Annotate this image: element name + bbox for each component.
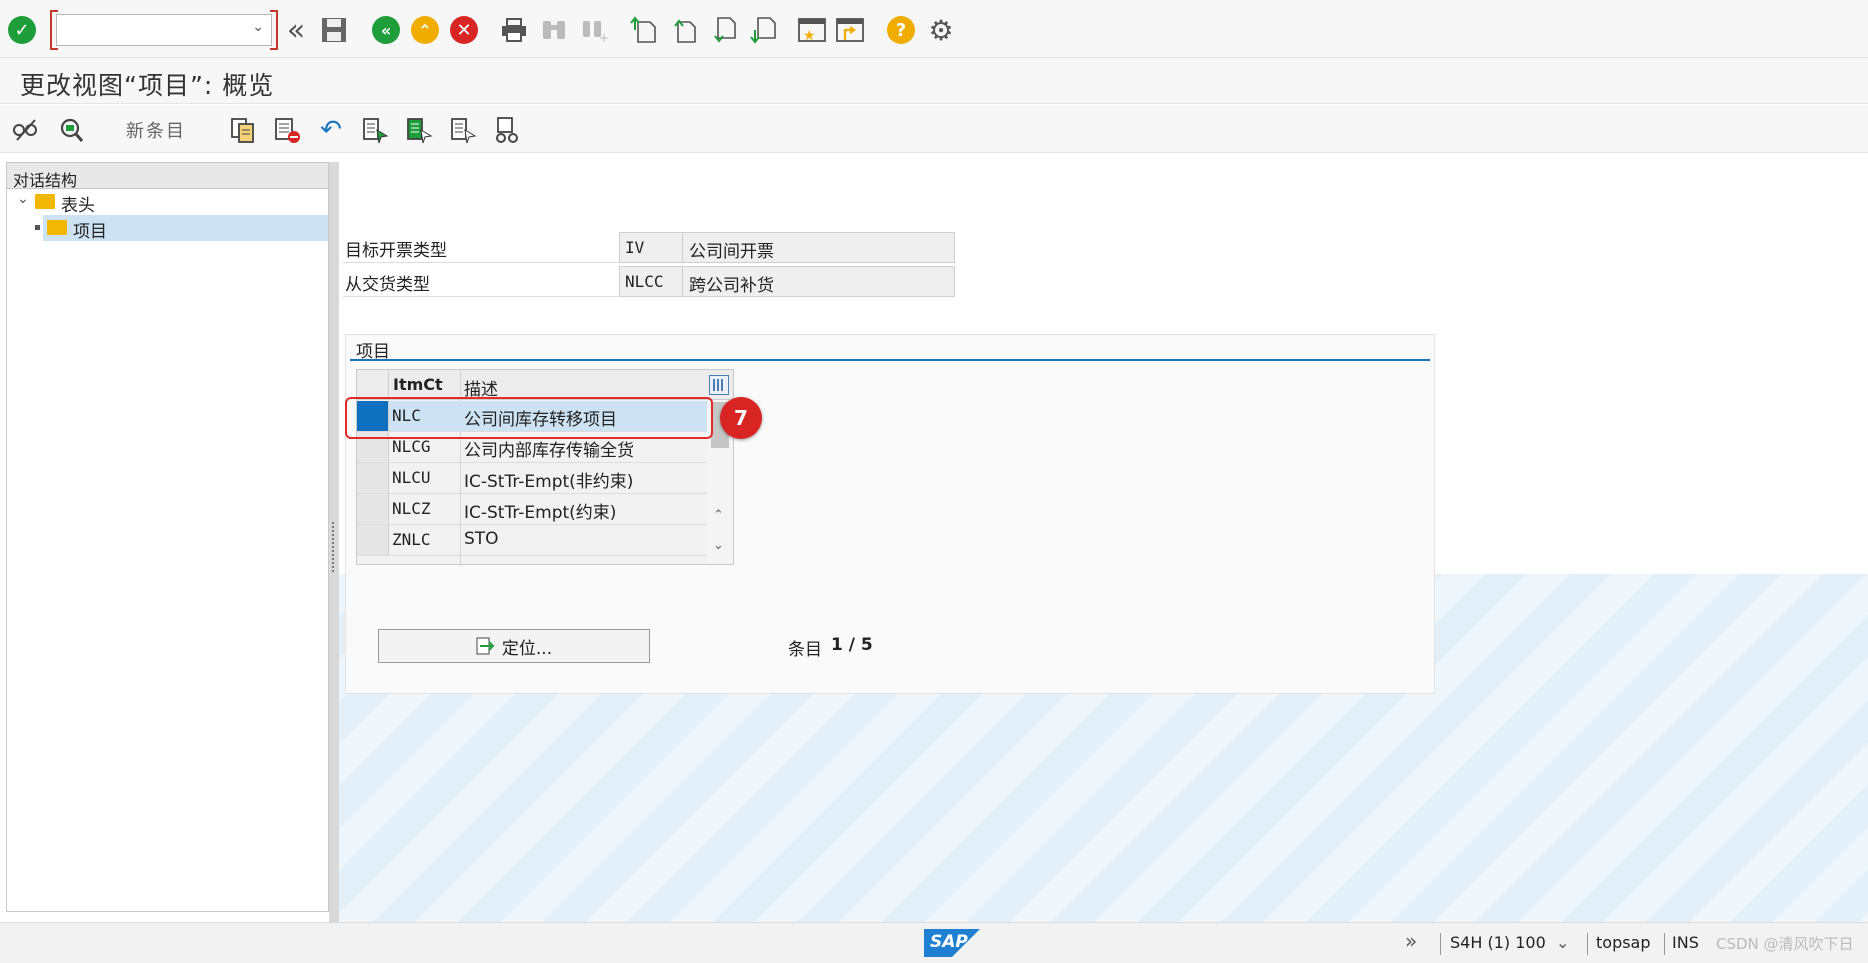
- select-all-cell[interactable]: [357, 370, 389, 400]
- svg-text:+: +: [599, 31, 608, 43]
- application-toolbar: 新条目 ↶: [0, 105, 1868, 153]
- new-entries-button[interactable]: 新条目: [126, 117, 186, 143]
- first-page-icon[interactable]: [628, 14, 660, 46]
- column-header-itmct[interactable]: ItmCt: [390, 375, 460, 394]
- entry-label: 条目: [788, 640, 822, 660]
- header-fields: 目标开票类型 IV 公司间开票 从交货类型 NLCC 跨公司补货: [343, 232, 955, 300]
- row-description: IC-StTr-Empt(非约束): [464, 472, 634, 492]
- find-icon: [538, 14, 570, 46]
- delivery-type-text: 跨公司补货: [683, 266, 955, 297]
- previous-page-icon[interactable]: [668, 14, 700, 46]
- back-double-icon[interactable]: «: [280, 13, 312, 48]
- status-bar: SAP » S4H (1) 100 ⌄ topsap INS CSDN @清风吹…: [0, 922, 1868, 963]
- dialog-structure-panel: 对话结构 ⌄ 表头 项目: [6, 162, 329, 912]
- delete-icon[interactable]: [272, 115, 302, 145]
- row-selector[interactable]: [357, 463, 389, 493]
- table-settings-icon[interactable]: [709, 375, 729, 395]
- target-billing-type-code: IV: [619, 232, 683, 263]
- delivery-type-label: 从交货类型: [343, 266, 619, 297]
- row-code: NLCG: [392, 437, 431, 456]
- find-next-icon: +: [578, 14, 610, 46]
- table-row[interactable]: NLCZ IC-StTr-Empt(约束): [357, 494, 707, 525]
- select-all-icon[interactable]: [360, 115, 390, 145]
- chevron-down-icon[interactable]: ⌄: [1556, 933, 1569, 952]
- header-field-row: 从交货类型 NLCC 跨公司补货: [343, 266, 955, 297]
- bullet-icon: [35, 225, 40, 230]
- main-content: 目标开票类型 IV 公司间开票 从交货类型 NLCC 跨公司补货 项目 ItmC…: [339, 154, 1868, 922]
- row-code: NLCZ: [392, 499, 431, 518]
- table-row[interactable]: ZNLC STO: [357, 525, 707, 556]
- position-icon: [476, 637, 495, 655]
- command-field[interactable]: [56, 14, 272, 46]
- entry-counter: 1 / 5: [831, 635, 873, 655]
- tree-node-label: 项目: [73, 222, 107, 242]
- delivery-type-code: NLCC: [619, 266, 683, 297]
- status-separator: [1440, 933, 1441, 955]
- save-icon[interactable]: [318, 14, 350, 46]
- tree-node-items[interactable]: 项目: [35, 215, 328, 242]
- row-code: NLCU: [392, 468, 431, 487]
- annotation-highlight-box: [345, 397, 713, 439]
- target-billing-type-text: 公司间开票: [683, 232, 955, 263]
- help-icon[interactable]: ?: [885, 14, 917, 46]
- tree-node-label: 表头: [61, 196, 95, 216]
- deselect-all-icon[interactable]: [448, 115, 478, 145]
- row-selector[interactable]: [357, 525, 389, 555]
- watermark: CSDN @清风吹下日: [1716, 935, 1854, 953]
- row-description: STO: [464, 529, 499, 549]
- command-field-wrapper: ⌄: [50, 10, 278, 50]
- select-block-icon[interactable]: [404, 115, 434, 145]
- generate-shortcut-icon[interactable]: [834, 14, 866, 46]
- expand-status-icon[interactable]: »: [1405, 929, 1417, 953]
- check-icon[interactable]: ✓: [6, 14, 38, 46]
- print-view-icon[interactable]: [492, 115, 522, 145]
- undo-icon[interactable]: ↶: [316, 115, 346, 145]
- splitter-grip[interactable]: [332, 522, 336, 572]
- row-description: 公司内部库存传输全货: [464, 441, 634, 461]
- system-info[interactable]: S4H (1) 100: [1450, 933, 1546, 952]
- position-button[interactable]: 定位...: [378, 629, 650, 663]
- folder-icon: [35, 194, 55, 209]
- next-page-icon[interactable]: [708, 14, 740, 46]
- where-used-icon[interactable]: [56, 115, 86, 145]
- annotation-step-badge: 7: [720, 397, 762, 439]
- sap-logo: SAP: [924, 929, 980, 957]
- dialog-structure-header: 对话结构: [7, 163, 328, 190]
- print-icon[interactable]: [498, 14, 530, 46]
- table-header: ItmCt 描述: [357, 370, 733, 400]
- last-page-icon[interactable]: [748, 14, 780, 46]
- position-button-label: 定位...: [501, 638, 553, 659]
- system-toolbar: ✓ ⌄ « « ⌃ ✕ + ★ ? ⚙: [0, 0, 1868, 58]
- svg-text:★: ★: [803, 28, 816, 44]
- page-title: 更改视图“项目”: 概览: [20, 71, 275, 100]
- scroll-down-icon[interactable]: ⌄: [713, 538, 724, 553]
- display-change-icon[interactable]: [10, 115, 40, 145]
- header-field-row: 目标开票类型 IV 公司间开票: [343, 232, 955, 263]
- target-billing-type-label: 目标开票类型: [343, 232, 619, 263]
- row-selector[interactable]: [357, 494, 389, 524]
- title-bar: 更改视图“项目”: 概览: [0, 58, 1868, 104]
- copy-as-icon[interactable]: [228, 115, 258, 145]
- chevron-down-icon[interactable]: ⌄: [252, 19, 264, 35]
- tree-node-header[interactable]: ⌄ 表头: [7, 189, 328, 216]
- create-session-icon[interactable]: ★: [796, 14, 828, 46]
- settings-icon[interactable]: ⚙: [925, 14, 957, 47]
- server-name: topsap: [1596, 933, 1651, 952]
- table-row[interactable]: NLCU IC-StTr-Empt(非约束): [357, 463, 707, 494]
- items-group-box: 项目 ItmCt 描述 NLC 公司间库存转移项目 NLCG 公司内部库存传输全…: [345, 334, 1435, 694]
- panel-splitter[interactable]: [329, 162, 339, 922]
- insert-mode[interactable]: INS: [1672, 933, 1699, 952]
- group-divider: [350, 359, 1430, 361]
- scroll-up-icon[interactable]: ⌃: [713, 508, 724, 523]
- status-separator: [1587, 933, 1588, 955]
- back-icon[interactable]: «: [370, 14, 402, 46]
- chevron-down-icon[interactable]: ⌄: [17, 191, 29, 207]
- row-description: IC-StTr-Empt(约束): [464, 503, 617, 523]
- open-folder-icon: [47, 220, 67, 235]
- row-code: ZNLC: [392, 530, 431, 549]
- cancel-icon[interactable]: ✕: [448, 14, 480, 46]
- status-separator: [1664, 933, 1665, 955]
- exit-icon[interactable]: ⌃: [409, 14, 441, 46]
